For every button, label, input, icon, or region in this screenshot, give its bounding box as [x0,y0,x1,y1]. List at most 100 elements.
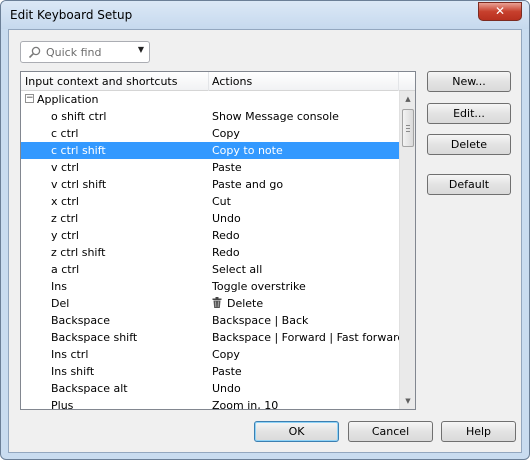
tree-row[interactable]: Backspace shift Backspace | Forward | Fas… [21,329,399,346]
quick-find-placeholder: Quick find [46,46,102,59]
tree-row[interactable]: z ctrl shift Redo [21,244,399,261]
tree-group-application[interactable]: − Application [21,91,399,108]
edit-keyboard-setup-dialog: Edit Keyboard Setup ✕ Quick find ▼ Input… [0,0,530,460]
tree-row[interactable]: x ctrl Cut [21,193,399,210]
shortcut-cell: v ctrl [51,161,79,174]
action-label: Toggle overstrike [212,280,306,293]
shortcut-cell: Backspace alt [51,382,128,395]
close-button[interactable]: ✕ [478,2,522,21]
action-cell: Copy [212,127,240,140]
action-label: Select all [212,263,263,276]
group-label: Application [37,93,99,106]
action-label: Undo [212,212,241,225]
tree-row[interactable]: Backspace alt Undo [21,380,399,397]
grip-line [406,125,410,126]
shortcut-cell: Plus [51,399,74,409]
action-label: Undo [212,382,241,395]
tree-row[interactable]: v ctrl shift Paste and go [21,176,399,193]
action-label: Backspace | Forward | Fast forward, 0 [212,331,399,344]
action-cell: Paste [212,365,242,378]
shortcut-cell: c ctrl [51,127,79,140]
tree-row[interactable]: c ctrl Copy [21,125,399,142]
shortcut-cell: Backspace [51,314,110,327]
action-label: Redo [212,229,240,242]
shortcut-cell: o shift ctrl [51,110,107,123]
column-divider[interactable] [208,72,209,91]
chevron-down-icon[interactable]: ▼ [138,45,144,54]
action-cell: Backspace | Back [212,314,308,327]
action-cell: Toggle overstrike [212,280,306,293]
tree-row[interactable]: c ctrl shift Copy to note [21,142,399,159]
column-header-actions[interactable]: Actions [212,75,252,88]
shortcut-cell: Ins shift [51,365,95,378]
tree-row[interactable]: y ctrl Redo [21,227,399,244]
tree-row[interactable]: Del Delete [21,295,399,312]
action-label: Paste [212,365,242,378]
action-label: Cut [212,195,231,208]
new-button[interactable]: New... [427,71,511,92]
action-cell: Select all [212,263,262,276]
action-cell: Cut [212,195,231,208]
action-label: Paste [212,161,242,174]
tree-header: Input context and shortcuts Actions [21,72,415,91]
action-cell: Delete [212,297,263,310]
action-cell: Undo [212,212,241,225]
ok-button[interactable]: OK [254,421,339,442]
column-divider [398,72,399,91]
collapse-icon[interactable]: − [25,94,34,103]
quick-find-combobox[interactable]: Quick find ▼ [20,41,150,63]
grip-line [406,128,410,129]
column-header-shortcuts[interactable]: Input context and shortcuts [25,75,177,88]
action-cell: Copy [212,348,240,361]
search-icon [28,46,41,59]
close-icon: ✕ [494,4,506,18]
shortcut-cell: Ins [51,280,67,293]
grip-line [406,131,410,132]
tree-row[interactable]: v ctrl Paste [21,159,399,176]
action-cell: Backspace | Forward | Fast forward, 0 [212,331,399,344]
tree-rows: − Application o shift ctrl Show Message c… [21,91,399,409]
tree-row[interactable]: a ctrl Select all [21,261,399,278]
action-label: Paste and go [212,178,284,191]
tree-row[interactable]: Ins Toggle overstrike [21,278,399,295]
action-cell: Redo [212,229,240,242]
window-title: Edit Keyboard Setup [10,8,133,22]
scroll-down-arrow-icon[interactable]: ▼ [400,393,415,409]
action-label: Zoom in, 10 [212,399,279,409]
shortcut-cell: Del [51,297,70,310]
scroll-thumb[interactable] [402,109,414,147]
action-cell: Show Message console [212,110,339,123]
default-button[interactable]: Default [427,174,511,195]
action-cell: Copy to note [212,144,283,157]
action-cell: Zoom in, 10 [212,399,278,409]
shortcut-cell: Backspace shift [51,331,138,344]
tree-row[interactable]: Ins ctrl Copy [21,346,399,363]
help-button[interactable]: Help [441,421,516,442]
action-label: Show Message console [212,110,339,123]
delete-button[interactable]: Delete [427,134,511,155]
scroll-up-arrow-icon[interactable]: ▲ [400,91,415,107]
action-label: Copy [212,127,240,140]
action-label: Copy to note [212,144,283,157]
tree-row[interactable]: Plus Zoom in, 10 [21,397,399,409]
action-label: Delete [227,297,264,310]
dialog-body: Quick find ▼ Input context and shortcuts… [8,29,522,453]
shortcut-cell: x ctrl [51,195,79,208]
action-label: Copy [212,348,240,361]
shortcut-cell: y ctrl [51,229,79,242]
shortcut-cell: Ins ctrl [51,348,89,361]
trash-icon [212,297,222,308]
tree-row[interactable]: Backspace Backspace | Back [21,312,399,329]
tree-row[interactable]: z ctrl Undo [21,210,399,227]
title-bar[interactable]: Edit Keyboard Setup ✕ [1,1,529,29]
shortcut-cell: v ctrl shift [51,178,107,191]
action-cell: Undo [212,382,241,395]
tree-row[interactable]: Ins shift Paste [21,363,399,380]
edit-button[interactable]: Edit... [427,103,511,124]
action-label: Backspace | Back [212,314,309,327]
tree-row[interactable]: o shift ctrl Show Message console [21,108,399,125]
shortcut-cell: a ctrl [51,263,80,276]
vertical-scrollbar[interactable]: ▲ ▼ [399,91,415,409]
cancel-button[interactable]: Cancel [348,421,433,442]
action-label: Redo [212,246,240,259]
